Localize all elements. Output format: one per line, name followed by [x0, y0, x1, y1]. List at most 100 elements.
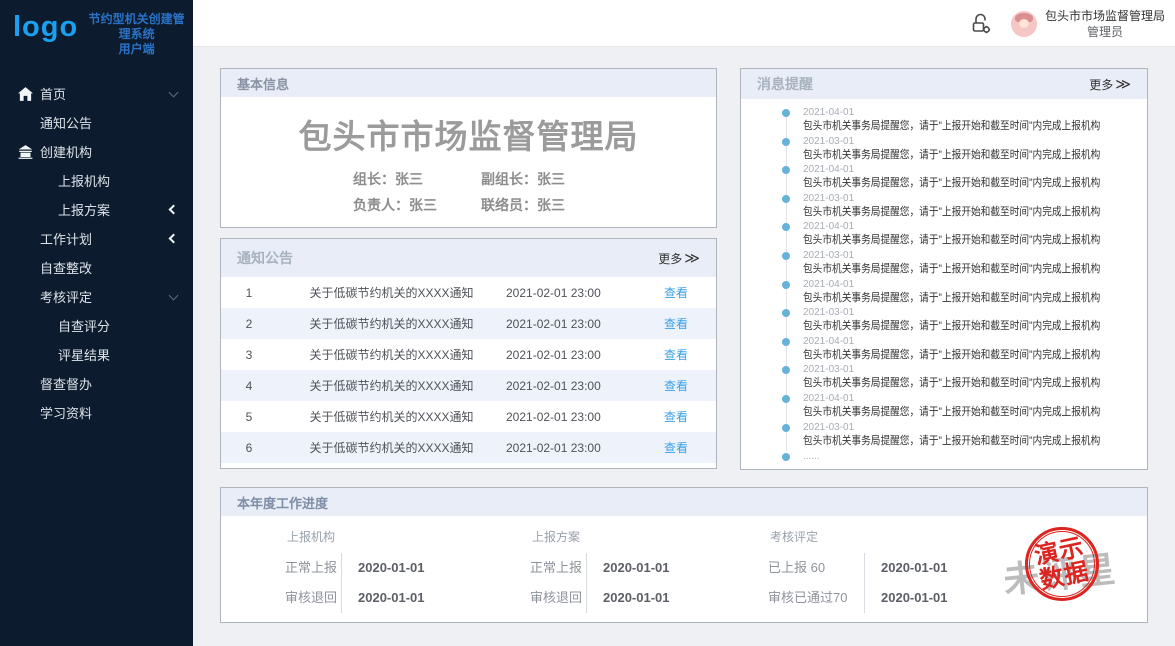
notices-header: 通知公告 更多 ≫	[221, 239, 716, 277]
basic-info-panel: 基本信息 包头市市场监督管理局 组长：张三 副组长：张三 负责人：张三 联络员：…	[220, 68, 717, 228]
notices-more-link[interactable]: 更多 ≫	[658, 250, 700, 267]
field-liaison: 联络员：张三	[481, 192, 611, 218]
field-deputy-leader: 副组长：张三	[481, 166, 611, 192]
sidebar-item-star-result[interactable]: 评星结果	[0, 340, 193, 369]
panel-title: 消息提醒	[757, 74, 813, 94]
progress-col-report-org: 上报机构 正常上报 审核退回 2020-01-01 2020-01-01	[285, 528, 530, 623]
list-item: 2021-03-01包头市机关事务局提醒您，请于"上报开始和截至时间"内完成上报…	[741, 422, 1147, 451]
timeline-dot-icon	[782, 195, 790, 203]
sidebar-item-label: 评星结果	[58, 345, 110, 364]
sidebar-item-learning[interactable]: 学习资料	[0, 398, 193, 427]
lock-settings-icon[interactable]	[969, 12, 993, 36]
sidebar-menu: 首页 通知公告 创建机构 上报机构 上报方案 工作计划 自查整改 考核评定	[0, 79, 193, 427]
view-link[interactable]: 查看	[636, 346, 716, 363]
timeline-dot-icon	[782, 138, 790, 146]
list-item: 2021-04-01包头市机关事务局提醒您，请于"上报开始和截至时间"内完成上报…	[741, 336, 1147, 365]
app-title-line2: 用户端	[119, 42, 155, 56]
messages-panel: 消息提醒 更多 ≫ 2021-04-01包头市机关事务局提醒您，请于"上报开始和…	[740, 68, 1148, 470]
sidebar-item-work-plan[interactable]: 工作计划	[0, 224, 193, 253]
year-progress-panel: 本年度工作进度 上报机构 正常上报 审核退回 2020-01-01 2020-0…	[220, 487, 1148, 623]
progress-header: 本年度工作进度	[221, 488, 1147, 516]
list-item: 2021-03-01包头市机关事务局提醒您，请于"上报开始和截至时间"内完成上报…	[741, 136, 1147, 165]
sidebar-item-create-org[interactable]: 创建机构	[0, 137, 193, 166]
notices-panel: 通知公告 更多 ≫ 1 关于低碳节约机关的XXXX通知 2021-02-01 2…	[220, 238, 717, 469]
sidebar-item-label: 通知公告	[40, 113, 92, 132]
logo: logo	[13, 10, 78, 44]
org-title: 包头市市场监督管理局	[221, 110, 716, 158]
avatar[interactable]	[1011, 11, 1037, 37]
user-org-name: 包头市市场监督管理局	[1045, 8, 1165, 24]
timeline-dot-icon	[782, 166, 790, 174]
user-menu[interactable]: 包头市市场监督管理局 管理员	[1045, 8, 1165, 40]
sidebar-item-self-score[interactable]: 自查评分	[0, 311, 193, 340]
table-row: 3 关于低碳节约机关的XXXX通知 2021-02-01 23:00 查看	[221, 339, 716, 370]
double-chevron-right-icon: ≫	[1115, 77, 1131, 92]
table-row: 2 关于低碳节约机关的XXXX通知 2021-02-01 23:00 查看	[221, 308, 716, 339]
messages-header: 消息提醒 更多 ≫	[741, 69, 1147, 99]
view-link[interactable]: 查看	[636, 284, 716, 301]
user-role: 管理员	[1045, 24, 1165, 40]
timeline-dot-icon	[782, 424, 790, 432]
timeline-dot-icon	[782, 338, 790, 346]
sidebar-item-label: 自查评分	[58, 316, 110, 335]
table-row: 6 关于低碳节约机关的XXXX通知 2021-02-01 23:00 查看	[221, 432, 716, 463]
sidebar-item-report-plan[interactable]: 上报方案	[0, 195, 193, 224]
timeline-dot-icon	[782, 223, 790, 231]
demo-data-stamp: 演示 数据	[1025, 527, 1099, 601]
panel-title: 通知公告	[237, 248, 293, 268]
messages-more-link[interactable]: 更多 ≫	[1089, 76, 1131, 93]
sidebar-item-label: 首页	[40, 84, 66, 103]
timeline-dot-icon	[782, 281, 790, 289]
sidebar: logo 节约型机关创建管理系统 用户端 首页 通知公告 创建机构 上报机构 上…	[0, 0, 193, 646]
notices-table: 1 关于低碳节约机关的XXXX通知 2021-02-01 23:00 查看 2 …	[221, 277, 716, 463]
view-link[interactable]: 查看	[636, 439, 716, 456]
sidebar-item-supervision[interactable]: 督查督办	[0, 369, 193, 398]
sidebar-item-self-check[interactable]: 自查整改	[0, 253, 193, 282]
messages-timeline: 2021-04-01包头市机关事务局提醒您，请于"上报开始和截至时间"内完成上报…	[741, 99, 1147, 470]
timeline-dot-icon	[782, 453, 790, 461]
table-row: 5 关于低碳节约机关的XXXX通知 2021-02-01 23:00 查看	[221, 401, 716, 432]
table-row: 1 关于低碳节约机关的XXXX通知 2021-02-01 23:00 查看	[221, 277, 716, 308]
timeline-dot-icon	[782, 309, 790, 317]
sidebar-item-label: 考核评定	[40, 287, 92, 306]
chevron-down-icon	[169, 88, 179, 98]
app-title: 节约型机关创建管理系统 用户端	[86, 10, 187, 57]
field-person-in-charge: 负责人：张三	[353, 192, 481, 218]
chevron-left-icon	[169, 205, 179, 215]
sidebar-item-label: 上报方案	[58, 200, 110, 219]
list-item: 2021-04-01包头市机关事务局提醒您，请于"上报开始和截至时间"内完成上报…	[741, 164, 1147, 193]
view-link[interactable]: 查看	[636, 377, 716, 394]
sidebar-item-home[interactable]: 首页	[0, 79, 193, 108]
sidebar-item-label: 工作计划	[40, 229, 92, 248]
sidebar-item-label: 督查督办	[40, 374, 92, 393]
sidebar-item-report-org[interactable]: 上报机构	[0, 166, 193, 195]
sidebar-item-notices[interactable]: 通知公告	[0, 108, 193, 137]
view-link[interactable]: 查看	[636, 315, 716, 332]
list-item: 2021-03-01包头市机关事务局提醒您，请于"上报开始和截至时间"内完成上报…	[741, 307, 1147, 336]
timeline-dot-icon	[782, 109, 790, 117]
sidebar-item-label: 自查整改	[40, 258, 92, 277]
list-item: 2021-04-01包头市机关事务局提醒您，请于"上报开始和截至时间"内完成上报…	[741, 221, 1147, 250]
progress-col-report-plan: 上报方案 正常上报 审核退回 2020-01-01 2020-01-01	[530, 528, 768, 623]
building-icon	[18, 144, 34, 160]
chevron-down-icon	[169, 291, 179, 301]
list-item: 2021-04-01包头市机关事务局提醒您，请于"上报开始和截至时间"内完成上报…	[741, 279, 1147, 308]
panel-title: 基本信息	[237, 74, 289, 93]
logo-row: logo 节约型机关创建管理系统 用户端	[0, 0, 193, 57]
home-icon	[18, 86, 34, 102]
sidebar-item-label: 学习资料	[40, 403, 92, 422]
app-title-line1: 节约型机关创建管理系统	[89, 12, 185, 41]
list-item: 2021-03-01包头市机关事务局提醒您，请于"上报开始和截至时间"内完成上报…	[741, 193, 1147, 222]
list-item: 2021-04-01包头市机关事务局提醒您，请于"上报开始和截至时间"内完成上报…	[741, 393, 1147, 422]
list-item: 2021-04-01包头市机关事务局提醒您，请于"上报开始和截至时间"内完成上报…	[741, 107, 1147, 136]
chevron-left-icon	[169, 234, 179, 244]
sidebar-item-label: 创建机构	[40, 142, 92, 161]
list-item-ellipsis: ......	[741, 450, 1147, 464]
main-content: 基本信息 包头市市场监督管理局 组长：张三 副组长：张三 负责人：张三 联络员：…	[193, 48, 1175, 646]
basic-info-header: 基本信息	[221, 69, 716, 97]
top-header: 包头市市场监督管理局 管理员	[193, 0, 1175, 47]
sidebar-item-assessment[interactable]: 考核评定	[0, 282, 193, 311]
org-fields: 组长：张三 副组长：张三 负责人：张三 联络员：张三	[353, 166, 716, 218]
view-link[interactable]: 查看	[636, 408, 716, 425]
list-item: 2021-03-01包头市机关事务局提醒您，请于"上报开始和截至时间"内完成上报…	[741, 364, 1147, 393]
